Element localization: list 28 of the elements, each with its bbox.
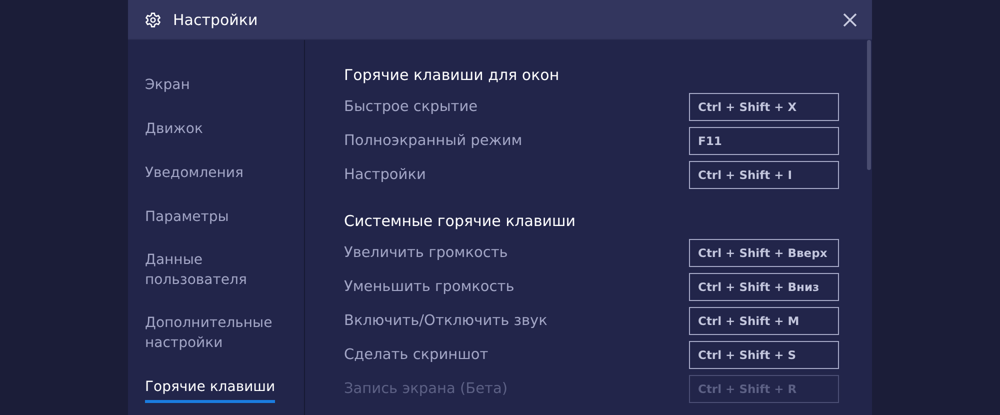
shortcut-field[interactable]: Ctrl + Shift + M	[689, 307, 839, 335]
section-heading: Системные горячие клавиши	[344, 212, 577, 232]
shortcut-label: Сделать скриншот	[344, 347, 488, 363]
shortcut-label: Настройки	[344, 167, 426, 183]
sidebar-item[interactable]: Движок	[145, 119, 203, 142]
shortcut-field[interactable]: Ctrl + Shift + I	[689, 161, 839, 189]
sidebar-item[interactable]: Экран	[145, 75, 190, 98]
shortcut-label: Уменьшить громкость	[344, 279, 514, 295]
sidebar-item[interactable]: Уведомления	[145, 163, 244, 186]
settings-icon	[145, 12, 161, 28]
shortcut-label: Увеличить громкость	[344, 245, 508, 261]
sidebar-item[interactable]: Дополнительные настройки	[145, 313, 304, 356]
shortcut-label: Быстрое скрытие	[344, 99, 478, 115]
shortcut-field[interactable]: Ctrl + Shift + Вниз	[689, 273, 839, 301]
sidebar-item[interactable]: Горячие клавиши	[145, 377, 276, 403]
shortcut-label: Запись экрана (Бета)	[344, 381, 508, 397]
window-title: Настройки	[173, 10, 259, 28]
sidebar-item[interactable]: Параметры	[145, 207, 229, 230]
shortcut-field[interactable]: Ctrl + Shift + Вверх	[689, 239, 839, 267]
section-heading: Горячие клавиши для окон	[344, 66, 560, 86]
close-button[interactable]	[842, 12, 858, 28]
shortcut-field[interactable]: Ctrl + Shift + X	[689, 93, 839, 121]
scrollbar[interactable]	[867, 40, 871, 170]
shortcut-label: Включить/Отключить звук	[344, 313, 548, 329]
shortcut-label: Полноэкранный режим	[344, 133, 522, 149]
shortcut-field[interactable]: F11	[689, 127, 839, 155]
sidebar-item[interactable]: Данные пользователя	[145, 250, 304, 293]
shortcut-field[interactable]: Ctrl + Shift + S	[689, 341, 839, 369]
